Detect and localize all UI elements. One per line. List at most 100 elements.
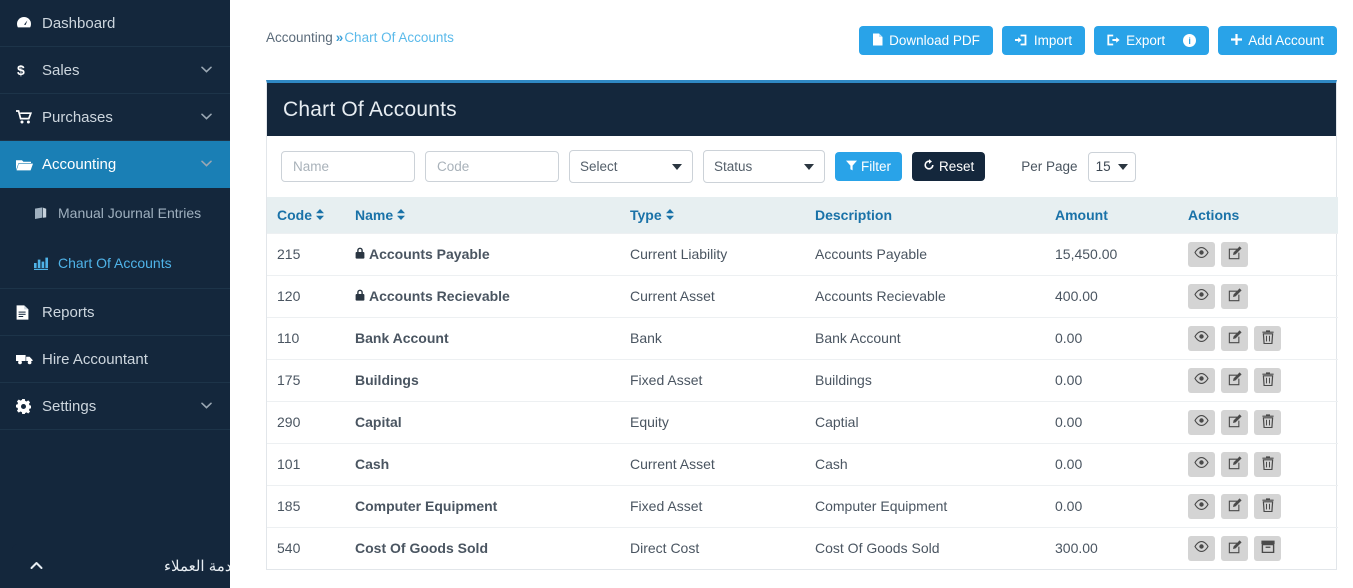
svg-text:$: $: [17, 62, 25, 78]
view-action-button[interactable]: [1188, 241, 1215, 267]
code-filter-input[interactable]: [425, 151, 559, 182]
cell-code: 540: [267, 526, 355, 569]
export-label: Export: [1126, 33, 1166, 48]
edit-action-button[interactable]: [1221, 493, 1248, 519]
sidebar-item-dashboard[interactable]: Dashboard: [0, 0, 230, 47]
edit-icon: [1228, 497, 1242, 515]
per-page-select[interactable]: 15: [1087, 151, 1136, 182]
edit-icon: [1228, 540, 1242, 557]
delete-action-button[interactable]: [1254, 325, 1281, 351]
table-row: 175 Buildings Fixed Asset Buildings 0.00: [267, 358, 1338, 401]
view-action-button[interactable]: [1188, 283, 1215, 309]
table-row: 185 Computer Equipment Fixed Asset Computer…: [267, 484, 1338, 527]
customer-service-widget[interactable]: خدمة العملاء: [12, 544, 230, 588]
delete-action-button[interactable]: [1254, 367, 1281, 393]
cell-type: Equity: [630, 400, 815, 443]
name-filter-input[interactable]: [281, 151, 415, 182]
import-button[interactable]: Import: [1001, 26, 1086, 55]
archive-icon: [1260, 540, 1275, 556]
file-icon: [872, 33, 883, 48]
sidebar-subitem-manual-journal-entries[interactable]: Manual Journal Entries: [0, 188, 230, 238]
table-row: 101 Cash Current Asset Cash 0.00: [267, 442, 1338, 485]
breadcrumb-separator-icon: »: [335, 30, 344, 45]
trash-icon: [1261, 497, 1274, 515]
edit-action-button[interactable]: [1221, 367, 1248, 393]
sidebar-item-hire-accountant[interactable]: Hire Accountant: [0, 336, 230, 383]
edit-action-button[interactable]: [1221, 451, 1248, 477]
info-icon[interactable]: i: [1183, 34, 1197, 47]
edit-action-button[interactable]: [1221, 325, 1248, 351]
download-pdf-button[interactable]: Download PDF: [859, 26, 993, 55]
chevron-up-icon: [30, 559, 43, 573]
table-row: 215 Accounts Payable Current Liability Acco…: [267, 232, 1338, 275]
archive-action-button[interactable]: [1254, 535, 1281, 561]
sidebar-item-reports[interactable]: Reports: [0, 289, 230, 336]
status-filter-select[interactable]: Status: [703, 150, 825, 183]
view-action-button[interactable]: [1188, 451, 1215, 477]
file-text-icon: [16, 304, 42, 320]
view-action-button[interactable]: [1188, 367, 1215, 393]
bar-chart-icon: [34, 257, 58, 270]
sort-icon: [665, 208, 674, 223]
sidebar-item-purchases[interactable]: Purchases: [0, 94, 230, 141]
cell-type: Bank: [630, 316, 815, 359]
cell-type: Fixed Asset: [630, 484, 815, 527]
export-button[interactable]: Export i: [1094, 26, 1210, 55]
cell-name: Buildings: [355, 358, 630, 401]
eye-icon: [1194, 541, 1209, 555]
reset-button[interactable]: Reset: [912, 152, 986, 181]
breadcrumb-root[interactable]: Accounting: [266, 30, 333, 45]
sidebar-item-settings[interactable]: Settings: [0, 383, 230, 430]
view-action-button[interactable]: [1188, 325, 1215, 351]
per-page-control: Per Page 15: [1021, 151, 1136, 182]
delete-action-button[interactable]: [1254, 451, 1281, 477]
undo-icon: [923, 159, 935, 174]
cell-amount: 400.00: [1055, 274, 1188, 317]
cell-code: 120: [267, 274, 355, 317]
cell-description: Buildings: [815, 358, 1055, 401]
truck-icon: [16, 353, 42, 365]
add-account-label: Add Account: [1248, 33, 1324, 48]
row-actions: [1188, 451, 1338, 477]
filter-button[interactable]: Filter: [835, 152, 902, 181]
table-row: 110 Bank Account Bank Bank Account 0.00: [267, 316, 1338, 359]
delete-action-button[interactable]: [1254, 409, 1281, 435]
row-actions: [1188, 493, 1338, 519]
add-account-button[interactable]: Add Account: [1218, 26, 1337, 55]
delete-action-button[interactable]: [1254, 493, 1281, 519]
sidebar-subitem-chart-of-accounts[interactable]: Chart Of Accounts: [0, 238, 230, 288]
funnel-icon: [846, 159, 857, 174]
breadcrumb-current[interactable]: Chart Of Accounts: [344, 30, 454, 45]
column-header-name[interactable]: Name: [355, 197, 630, 233]
lock-icon: [355, 289, 365, 304]
reset-button-label: Reset: [939, 159, 975, 174]
sidebar-subitem-label: Chart Of Accounts: [58, 254, 172, 271]
eye-icon: [1194, 331, 1209, 345]
edit-action-button[interactable]: [1221, 283, 1248, 309]
sidebar-item-sales[interactable]: $ Sales: [0, 47, 230, 94]
cell-amount: 0.00: [1055, 316, 1188, 359]
status-filter-value: Status: [714, 159, 753, 174]
sidebar-item-label: Purchases: [42, 108, 113, 126]
edit-action-button[interactable]: [1221, 241, 1248, 267]
type-filter-value: Select: [580, 159, 618, 174]
sidebar-item-accounting[interactable]: Accounting: [0, 141, 230, 188]
view-action-button[interactable]: [1188, 409, 1215, 435]
column-header-code[interactable]: Code: [267, 197, 355, 233]
cell-type: Current Liability: [630, 232, 815, 275]
edit-action-button[interactable]: [1221, 409, 1248, 435]
folder-open-icon: [16, 158, 42, 171]
cell-name: Bank Account: [355, 316, 630, 359]
type-filter-select[interactable]: Select: [569, 150, 693, 183]
book-icon: [34, 206, 58, 220]
top-bar: Accounting »Chart Of Accounts Download PD…: [230, 0, 1353, 72]
cell-amount: 0.00: [1055, 442, 1188, 485]
row-actions: [1188, 535, 1338, 561]
cell-actions: [1188, 484, 1338, 527]
column-header-type[interactable]: Type: [630, 197, 815, 233]
sidebar-secondary-nav: Reports Hire Accountant Settings: [0, 289, 230, 430]
view-action-button[interactable]: [1188, 535, 1215, 561]
view-action-button[interactable]: [1188, 493, 1215, 519]
edit-action-button[interactable]: [1221, 535, 1248, 561]
toolbar-actions: Download PDF Import Export i Add Account: [859, 26, 1337, 55]
